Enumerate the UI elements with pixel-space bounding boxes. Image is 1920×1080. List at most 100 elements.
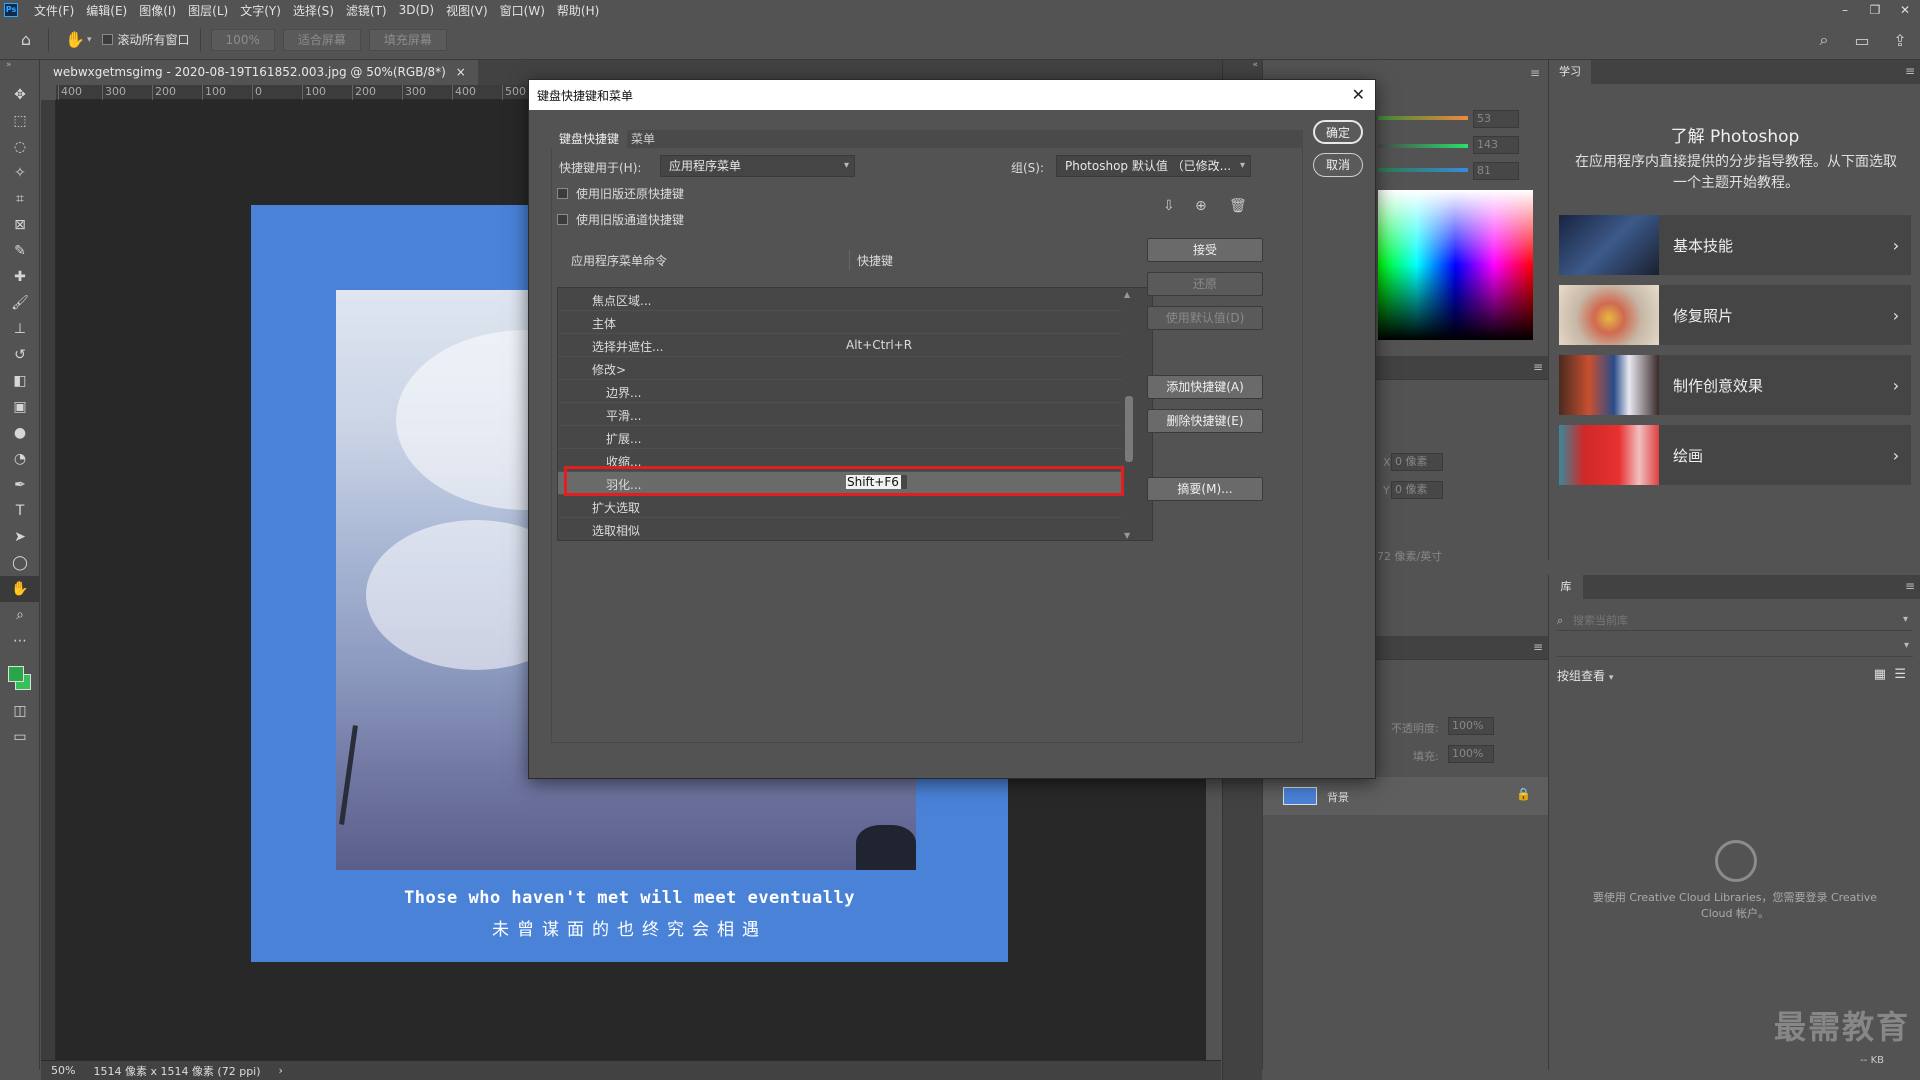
close-tab-icon[interactable]: ×: [456, 60, 466, 85]
checkbox-box[interactable]: [557, 188, 568, 199]
set-select[interactable]: Photoshop 默认值 （已修改... ▾: [1056, 155, 1251, 177]
crop-tool-icon[interactable]: ⌗: [0, 186, 40, 212]
menu-edit[interactable]: 编辑(E): [80, 2, 133, 19]
stamp-tool-icon[interactable]: ⊥: [0, 316, 40, 342]
history-brush-tool-icon[interactable]: ↺: [0, 342, 40, 368]
cancel-button[interactable]: 取消: [1313, 153, 1363, 177]
status-menu-arrow[interactable]: ›: [279, 1064, 283, 1077]
accept-button[interactable]: 接受: [1147, 238, 1263, 262]
menu-window[interactable]: 窗口(W): [494, 2, 551, 19]
close-icon[interactable]: ✕: [1352, 85, 1365, 104]
share-icon[interactable]: ⇪: [1888, 28, 1912, 52]
foreground-color-swatch[interactable]: [8, 666, 24, 682]
color-swatches[interactable]: [0, 654, 39, 698]
table-row[interactable]: 平滑...: [558, 403, 1122, 426]
table-row[interactable]: 边界...: [558, 380, 1122, 403]
add-shortcut-button[interactable]: 添加快捷键(A): [1147, 375, 1263, 399]
search-icon[interactable]: ⌕: [1812, 28, 1836, 52]
home-icon[interactable]: ⌂: [14, 28, 38, 52]
chevron-down-icon[interactable]: ▾: [87, 35, 92, 45]
shortcut-value[interactable]: Alt+Ctrl+R: [846, 338, 912, 352]
fit-screen-button[interactable]: 适合屏幕: [282, 28, 361, 51]
new-set-icon[interactable]: ⊕: [1195, 198, 1207, 214]
tab-menus[interactable]: 菜单: [623, 130, 663, 148]
eyedropper-tool-icon[interactable]: ✎: [0, 238, 40, 264]
y-input[interactable]: 0 像素: [1391, 481, 1443, 499]
legacy-channel-checkbox[interactable]: 使用旧版通道快捷键: [557, 211, 684, 228]
menu-view[interactable]: 视图(V): [440, 2, 494, 19]
screen-mode-icon[interactable]: ▭: [0, 724, 40, 750]
collapse-icon[interactable]: »: [0, 60, 39, 82]
menu-file[interactable]: 文件(F): [28, 2, 80, 19]
color-value-b[interactable]: 81: [1473, 162, 1519, 180]
color-slider-r[interactable]: [1378, 116, 1468, 120]
marquee-tool-icon[interactable]: ⬚: [0, 108, 40, 134]
color-spectrum[interactable]: [1378, 190, 1533, 340]
table-scrollbar[interactable]: ▲ ▼: [1122, 288, 1136, 540]
healing-brush-tool-icon[interactable]: ✚: [0, 264, 40, 290]
color-value-g[interactable]: 143: [1473, 136, 1519, 154]
lasso-tool-icon[interactable]: ◌: [0, 134, 40, 160]
type-tool-icon[interactable]: T: [0, 498, 40, 524]
menu-3d[interactable]: 3D(D): [393, 3, 440, 17]
use-default-button[interactable]: 使用默认值(D): [1147, 306, 1263, 330]
path-selection-tool-icon[interactable]: ➤: [0, 524, 40, 550]
table-row[interactable]: 主体: [558, 311, 1122, 334]
learn-card-painting[interactable]: 绘画 ›: [1559, 425, 1911, 485]
color-value-r[interactable]: 53: [1473, 110, 1519, 128]
library-select[interactable]: ▾: [1557, 637, 1913, 657]
chevron-down-icon[interactable]: ▾: [1904, 640, 1909, 651]
checkbox-box[interactable]: [101, 34, 113, 45]
zoom-tool-icon[interactable]: ⌕: [0, 602, 40, 628]
learn-card-fix-photos[interactable]: 修复照片 ›: [1559, 285, 1911, 345]
table-row[interactable]: 选取相似: [558, 518, 1122, 540]
document-tab[interactable]: webwxgetmsgimg - 2020-08-19T161852.003.j…: [41, 60, 478, 85]
group-by-dropdown[interactable]: 按组查看 ▾: [1557, 667, 1613, 684]
fill-screen-button[interactable]: 填充屏幕: [368, 28, 447, 51]
ellipse-tool-icon[interactable]: ◯: [0, 550, 40, 576]
learn-card-creative-effects[interactable]: 制作创意效果 ›: [1559, 355, 1911, 415]
scroll-up-icon[interactable]: ▲: [1124, 290, 1130, 299]
hand-tool-icon[interactable]: ✋: [0, 576, 40, 602]
color-slider-b[interactable]: [1378, 168, 1468, 172]
table-row[interactable]: 选择并遮住... Alt+Ctrl+R: [558, 334, 1122, 357]
table-row[interactable]: 扩展...: [558, 426, 1122, 449]
panel-menu-icon[interactable]: ≡: [1905, 579, 1915, 593]
frame-tool-icon[interactable]: ⊠: [0, 212, 40, 238]
gradient-tool-icon[interactable]: ▣: [0, 394, 40, 420]
hand-tool-icon[interactable]: ✋: [63, 28, 87, 52]
pen-tool-icon[interactable]: ✒: [0, 472, 40, 498]
table-row[interactable]: 修改>: [558, 357, 1122, 380]
panel-menu-icon[interactable]: ≡: [1530, 66, 1540, 80]
minimize-button[interactable]: –: [1830, 0, 1860, 20]
menu-layer[interactable]: 图层(L): [182, 2, 234, 19]
library-search-input[interactable]: 搜索当前库: [1557, 611, 1913, 631]
scroll-down-icon[interactable]: ▼: [1124, 531, 1130, 540]
tab-library[interactable]: 库: [1549, 575, 1583, 599]
learn-card-basic-skills[interactable]: 基本技能 ›: [1559, 215, 1911, 275]
menu-select[interactable]: 选择(S): [287, 2, 340, 19]
close-window-button[interactable]: ✕: [1890, 0, 1920, 20]
dodge-tool-icon[interactable]: ◔: [0, 446, 40, 472]
scrollbar-thumb[interactable]: [1125, 396, 1133, 462]
layer-row-background[interactable]: 背景 🔒: [1263, 777, 1549, 815]
shortcuts-for-select[interactable]: 应用程序菜单 ▾: [660, 155, 855, 177]
chevron-down-icon[interactable]: ▾: [1903, 614, 1908, 625]
tab-learn[interactable]: 学习: [1549, 60, 1591, 84]
ok-button[interactable]: 确定: [1313, 120, 1363, 144]
brush-tool-icon[interactable]: 🖌: [0, 290, 40, 316]
menu-help[interactable]: 帮助(H): [551, 2, 605, 19]
workspace-icon[interactable]: ▭: [1850, 28, 1874, 52]
magic-wand-tool-icon[interactable]: ✧: [0, 160, 40, 186]
zoom-100-button[interactable]: 100%: [210, 28, 275, 51]
table-row[interactable]: 扩大选取: [558, 495, 1122, 518]
opacity-input[interactable]: 100%: [1448, 717, 1494, 735]
legacy-undo-checkbox[interactable]: 使用旧版还原快捷键: [557, 185, 684, 202]
move-tool-icon[interactable]: ✥: [0, 82, 40, 108]
save-set-icon[interactable]: ⇩: [1163, 198, 1175, 214]
color-slider-g[interactable]: [1378, 144, 1468, 148]
menu-type[interactable]: 文字(Y): [234, 2, 287, 19]
undo-button[interactable]: 还原: [1147, 272, 1263, 296]
table-row[interactable]: 焦点区域...: [558, 288, 1122, 311]
delete-shortcut-button[interactable]: 删除快捷键(E): [1147, 409, 1263, 433]
